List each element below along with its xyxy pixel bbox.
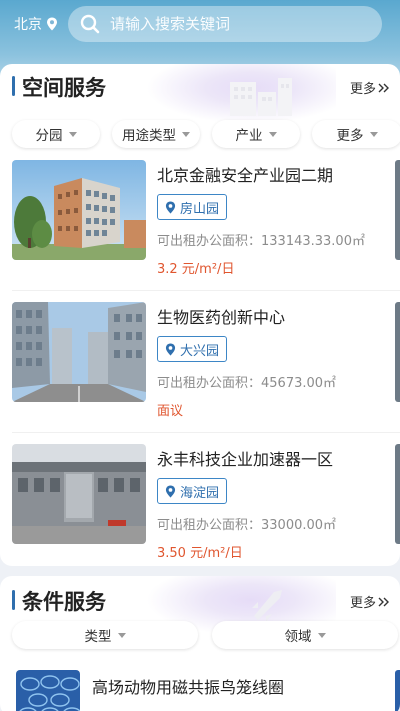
filter-label: 用途类型 [122,128,176,144]
space-service-section: 空间服务 更多 分园 用途类型 产业 更多 北京金融安全产业园二期 房山园 可出… [0,64,400,566]
district-badge: 海淀园 [157,478,228,504]
space-more-link[interactable]: 更多 [350,78,390,97]
caret-down-icon [268,131,277,137]
district-label: 大兴园 [180,343,220,359]
space-filter-bar: 分园 用途类型 产业 更多 [0,120,400,148]
filter-label: 产业 [235,128,263,144]
divider [12,432,400,433]
section-accent-bar [12,590,15,610]
listing-price: 3.50 元/m²/日 [157,546,243,561]
location-pin-icon [165,201,176,213]
filter-label: 类型 [84,629,112,645]
listing-title: 生物医药创新中心 [157,308,286,327]
filter-field[interactable]: 领域 [212,621,398,649]
listing-price: 面议 [157,404,184,419]
section-title: 空间服务 [22,76,106,100]
section-title: 条件服务 [22,590,106,614]
city-label: 北京 [14,17,42,33]
filter-label: 分园 [35,128,63,144]
caret-down-icon [68,131,77,137]
city-selector[interactable]: 北京 [14,14,58,34]
location-pin-icon [165,485,176,497]
district-label: 房山园 [180,201,220,217]
filter-usage-type[interactable]: 用途类型 [112,120,200,148]
filter-industry[interactable]: 产业 [212,120,300,148]
listing-area: 可出租办公面积：33000.00㎡ [157,518,337,533]
double-chevron-right-icon [378,83,389,92]
space-service-header: 空间服务 更多 [0,64,400,112]
condition-item[interactable]: 高场动物用磁共振鸟笼线圈 [0,670,400,711]
district-badge: 大兴园 [157,336,228,362]
listing-area: 可出租办公面积：45673.00㎡ [157,376,337,391]
district-badge: 房山园 [157,194,228,220]
caret-down-icon [117,632,126,638]
filter-branch-park[interactable]: 分园 [12,120,100,148]
more-label: 更多 [349,82,376,97]
condition-service-section: 条件服务 更多 类型 领域 高场动物用磁共振鸟笼线圈 [0,576,400,711]
filter-label: 领域 [284,629,312,645]
location-pin-icon [47,17,57,31]
listing-price: 3.2 元/m²/日 [157,262,235,277]
listing-title: 北京金融安全产业园二期 [157,166,334,185]
listing-image [12,444,146,544]
listing-image [12,160,146,260]
next-card-peek [395,160,400,260]
listing-image [12,302,146,402]
filter-more[interactable]: 更多 [312,120,400,148]
next-card-peek [395,444,400,544]
condition-service-header: 条件服务 更多 [0,576,400,624]
next-card-peek [395,670,400,711]
filter-label: 更多 [336,128,364,144]
filter-type[interactable]: 类型 [12,621,198,649]
caret-down-icon [182,131,190,137]
location-pin-icon [165,343,176,355]
search-input[interactable] [110,15,370,33]
divider [12,290,400,291]
condition-filter-bar: 类型 领域 [0,621,400,649]
caret-down-icon [317,632,326,638]
listing-item[interactable]: 永丰科技企业加速器一区 海淀园 可出租办公面积：33000.00㎡ 3.50 元… [0,444,400,566]
double-chevron-right-icon [378,597,389,606]
listing-item[interactable]: 生物医药创新中心 大兴园 可出租办公面积：45673.00㎡ 面议 [0,302,400,432]
next-card-peek [395,302,400,402]
item-title: 高场动物用磁共振鸟笼线圈 [92,678,285,697]
caret-down-icon [369,131,378,137]
listing-title: 永丰科技企业加速器一区 [157,450,334,469]
district-label: 海淀园 [180,485,220,501]
search-bar[interactable] [68,6,382,42]
more-label: 更多 [349,596,376,611]
condition-more-link[interactable]: 更多 [350,592,390,611]
listing-item[interactable]: 北京金融安全产业园二期 房山园 可出租办公面积：133143.33.00㎡ 3.… [0,160,400,290]
section-accent-bar [12,76,15,96]
listing-area: 可出租办公面积：133143.33.00㎡ [157,234,365,249]
search-icon [80,14,100,34]
item-image [16,670,80,711]
